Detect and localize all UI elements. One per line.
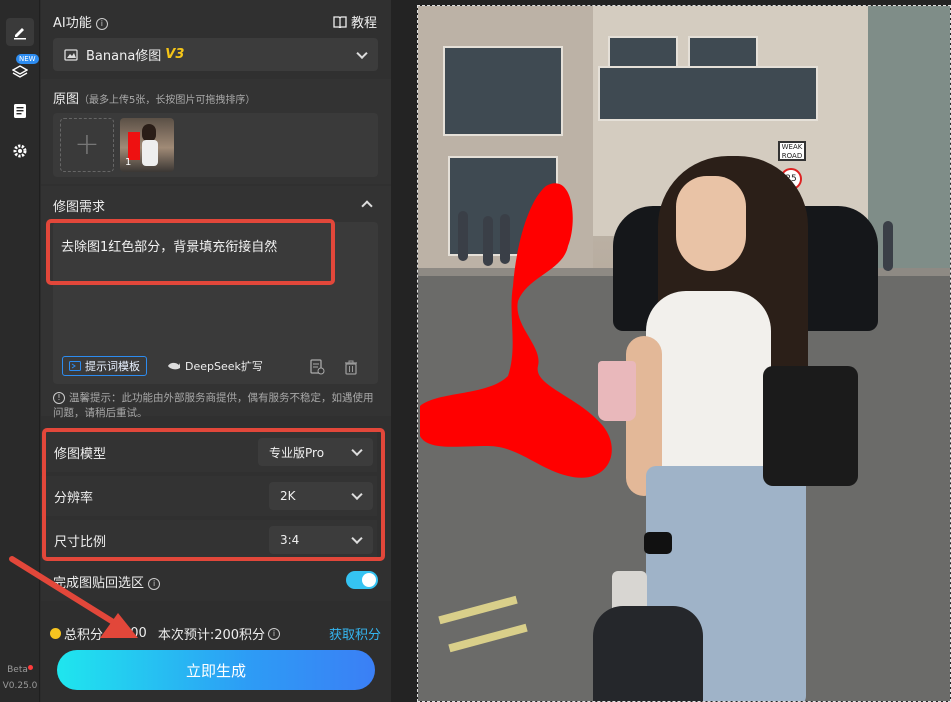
photo-canvas[interactable]: WEAK ROAD 25 bbox=[417, 5, 951, 702]
option-resolution-label: 分辨率 bbox=[54, 490, 94, 506]
option-ratio-value: 3:4 bbox=[280, 533, 300, 547]
pencil-icon bbox=[14, 28, 26, 40]
warning-text: 温馨提示：此功能由外部服务商提供，偶有服务不稳定，如遇使用问题，请稍后重试。 bbox=[53, 392, 374, 419]
document-tool-button[interactable] bbox=[6, 97, 34, 125]
option-model-row: 修图模型 专业版Pro bbox=[41, 432, 377, 472]
gear-icon bbox=[13, 144, 27, 158]
settings-tool-button[interactable] bbox=[6, 137, 34, 165]
plus-icon: + bbox=[74, 127, 100, 162]
option-resolution-select[interactable]: 2K bbox=[269, 482, 373, 510]
ai-title-text: AI功能 bbox=[53, 16, 92, 31]
new-badge: NEW bbox=[16, 54, 39, 64]
thumbnail-body bbox=[142, 140, 158, 166]
document-icon bbox=[14, 104, 26, 118]
option-model-select[interactable]: 专业版Pro bbox=[258, 438, 373, 466]
chevron-down-icon bbox=[351, 532, 363, 545]
chevron-down-icon bbox=[351, 444, 363, 457]
tutorial-label: 教程 bbox=[350, 16, 377, 31]
image-thumbnail[interactable]: 1 bbox=[120, 118, 174, 172]
image-icon bbox=[64, 48, 78, 61]
requirement-title: 修图需求 bbox=[53, 200, 106, 215]
requirement-section: 修图需求 去除图1红色部分，背景填充衔接自然 提示词模板 DeepSeek扩写 bbox=[41, 186, 391, 416]
app-window: NEW Beta V0.25.0 AI功能 i 教程 Banana修图 V3 原 bbox=[0, 0, 951, 702]
model-version: V3 bbox=[165, 47, 185, 62]
original-hint: （最多上传5张，长按图片可拖拽排序） bbox=[79, 95, 256, 106]
deepseek-expand-button[interactable]: DeepSeek扩写 bbox=[161, 356, 269, 376]
get-points-link[interactable]: 获取积分 bbox=[329, 624, 381, 643]
model-name: Banana修图 bbox=[86, 49, 162, 64]
option-ratio-select[interactable]: 3:4 bbox=[269, 526, 373, 554]
book-icon bbox=[333, 15, 347, 28]
history-icon[interactable] bbox=[309, 359, 325, 375]
deepseek-expand-label: DeepSeek扩写 bbox=[185, 360, 263, 373]
red-mask-selection bbox=[420, 183, 612, 478]
tutorial-link[interactable]: 教程 bbox=[333, 12, 377, 31]
generate-button[interactable]: 立即生成 bbox=[57, 650, 375, 690]
original-title-text: 原图 bbox=[53, 92, 80, 107]
layers-icon bbox=[12, 65, 28, 78]
upload-image-button[interactable]: + bbox=[60, 118, 114, 172]
prompt-template-button[interactable]: 提示词模板 bbox=[62, 356, 147, 376]
whale-icon bbox=[168, 362, 180, 370]
paste-back-toggle[interactable] bbox=[346, 571, 378, 589]
trash-icon[interactable] bbox=[344, 360, 358, 375]
edit-tool-button[interactable] bbox=[6, 18, 34, 46]
version-label: V0.25.0 bbox=[2, 681, 38, 691]
estimate-points: 本次预计:200积分 bbox=[157, 628, 266, 643]
chevron-up-icon[interactable] bbox=[361, 200, 373, 212]
template-icon bbox=[69, 361, 81, 371]
chevron-down-icon bbox=[356, 47, 368, 59]
ai-title: AI功能 i bbox=[53, 12, 108, 31]
option-resolution-row: 分辨率 2K bbox=[41, 476, 377, 516]
original-section: 原图（最多上传5张，长按图片可拖拽排序） + 1 bbox=[41, 79, 391, 184]
model-dropdown[interactable]: Banana修图 V3 bbox=[53, 38, 378, 71]
thumbnail-index: 1 bbox=[125, 157, 132, 168]
thumbnail-red-mark bbox=[128, 132, 140, 160]
requirement-text: 去除图1红色部分，背景填充衔接自然 bbox=[61, 240, 278, 255]
chevron-down-icon bbox=[351, 488, 363, 501]
warning-info-icon: ! bbox=[53, 392, 65, 404]
warning-hint: ! 温馨提示：此功能由外部服务商提供，偶有服务不稳定，如遇使用问题，请稍后重试。 bbox=[53, 391, 383, 421]
arrow-annotation-icon bbox=[9, 556, 138, 638]
option-resolution-value: 2K bbox=[280, 489, 296, 503]
original-title: 原图（最多上传5张，长按图片可拖拽排序） bbox=[53, 88, 255, 107]
info-icon[interactable]: i bbox=[95, 17, 108, 30]
beta-dot bbox=[27, 665, 33, 670]
option-model-label: 修图模型 bbox=[54, 446, 107, 462]
beta-label: Beta bbox=[0, 665, 40, 675]
option-model-value: 专业版Pro bbox=[269, 445, 325, 460]
prompt-template-label: 提示词模板 bbox=[85, 360, 140, 373]
info-icon[interactable]: i bbox=[268, 627, 281, 640]
